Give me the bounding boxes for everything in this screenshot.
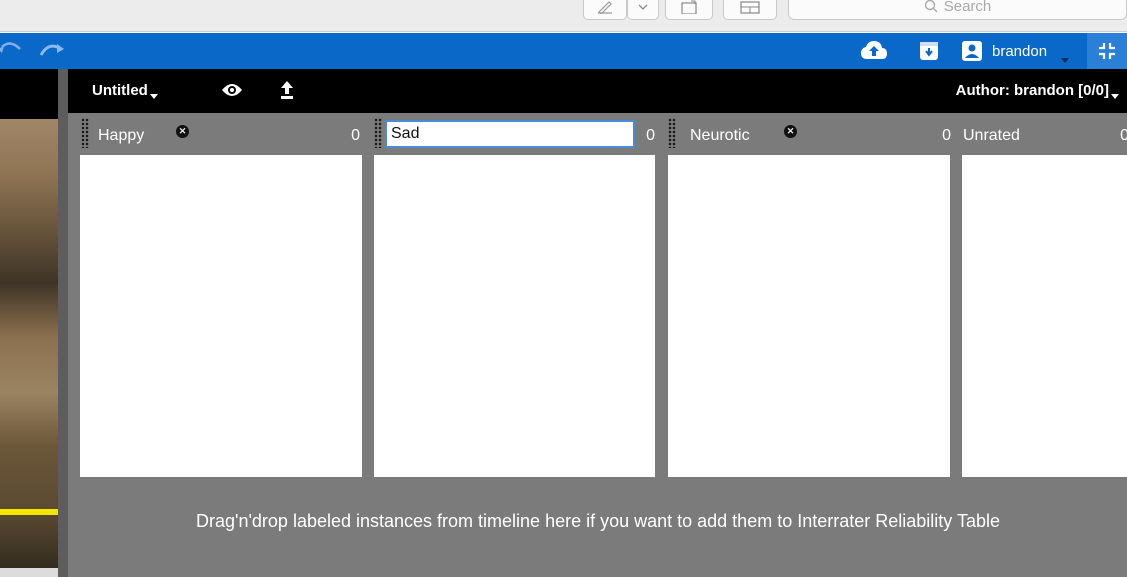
- cloud-upload-button[interactable]: [860, 39, 888, 63]
- column-label-input[interactable]: [385, 120, 635, 148]
- window-button[interactable]: [665, 0, 713, 20]
- chevron-down-icon: [1061, 57, 1070, 63]
- drop-hint: Drag'n'drop labeled instances from timel…: [196, 511, 1000, 531]
- drop-zone[interactable]: [80, 155, 362, 477]
- doc-title: Untitled: [92, 82, 148, 99]
- doc-title-menu[interactable]: Untitled: [92, 82, 158, 99]
- column-count: 0: [646, 127, 655, 144]
- column-header: Happy ✕ 0: [78, 113, 362, 155]
- drop-zone[interactable]: [374, 155, 655, 477]
- column-label[interactable]: Neurotic: [690, 127, 750, 145]
- column-count: 0: [351, 127, 360, 144]
- panel-header: Untitled Author: brandon [0/0]: [68, 69, 1127, 113]
- chevron-down-icon: [149, 94, 158, 99]
- chevron-down-icon: [638, 4, 648, 10]
- collapse-button[interactable]: [1087, 33, 1127, 69]
- collapse-icon: [1099, 43, 1115, 59]
- eye-icon[interactable]: [221, 82, 243, 98]
- pen-icon: [598, 1, 612, 14]
- chevron-down-icon: [1111, 94, 1119, 99]
- redo-icon[interactable]: [37, 41, 67, 61]
- dropdown-button[interactable]: [627, 0, 659, 20]
- grip-icon[interactable]: [81, 118, 89, 148]
- window-icon: [681, 0, 697, 14]
- panel-button[interactable]: [723, 0, 777, 20]
- close-icon[interactable]: ✕: [784, 125, 797, 138]
- panel-icon: [740, 1, 760, 14]
- label-column-sad: 0: [371, 113, 657, 477]
- undo-icon[interactable]: [0, 41, 26, 61]
- author-menu[interactable]: Author: brandon [0/0]: [956, 82, 1119, 99]
- column-header: Neurotic ✕ 0: [665, 113, 951, 155]
- timeline-marker: [0, 509, 58, 515]
- author-label: Author: brandon [0/0]: [955, 82, 1109, 99]
- label-column-unrated: Unrated 0: [959, 113, 1127, 477]
- user-menu[interactable]: brandon: [952, 36, 1076, 66]
- column-count: 0: [942, 127, 951, 144]
- drop-zone[interactable]: [668, 155, 950, 477]
- user-icon: [962, 41, 982, 61]
- grip-icon[interactable]: [374, 118, 382, 148]
- pen-button[interactable]: [583, 0, 627, 20]
- download-box-icon: [920, 42, 938, 60]
- app-bar: brandon: [0, 33, 1127, 69]
- video-pane: [0, 69, 60, 577]
- label-column-neurotic: Neurotic ✕ 0: [665, 113, 951, 477]
- search-placeholder: Search: [943, 0, 992, 15]
- search-icon: [924, 0, 938, 13]
- upload-icon[interactable]: [279, 80, 295, 100]
- column-label[interactable]: Happy: [98, 127, 144, 145]
- column-count: 0: [1120, 127, 1127, 144]
- os-toolbar: Search: [0, 0, 1127, 32]
- drop-zone[interactable]: [962, 155, 1127, 477]
- column-header: Unrated 0: [959, 113, 1127, 155]
- close-icon[interactable]: ✕: [176, 125, 189, 138]
- download-box-button[interactable]: [919, 41, 939, 61]
- timeline-bar: [0, 568, 58, 577]
- reliability-panel: Untitled Author: brandon [0/0] Happy ✕ 0…: [68, 69, 1127, 577]
- username: brandon: [992, 42, 1048, 60]
- column-header: 0: [371, 113, 657, 155]
- label-column-happy: Happy ✕ 0: [78, 113, 362, 477]
- grip-icon[interactable]: [668, 118, 676, 148]
- video-frame: [0, 119, 58, 575]
- column-label: Unrated: [963, 127, 1020, 144]
- pane-divider[interactable]: [58, 69, 68, 577]
- search-field[interactable]: Search: [788, 0, 1127, 20]
- cloud-upload-icon: [861, 41, 887, 59]
